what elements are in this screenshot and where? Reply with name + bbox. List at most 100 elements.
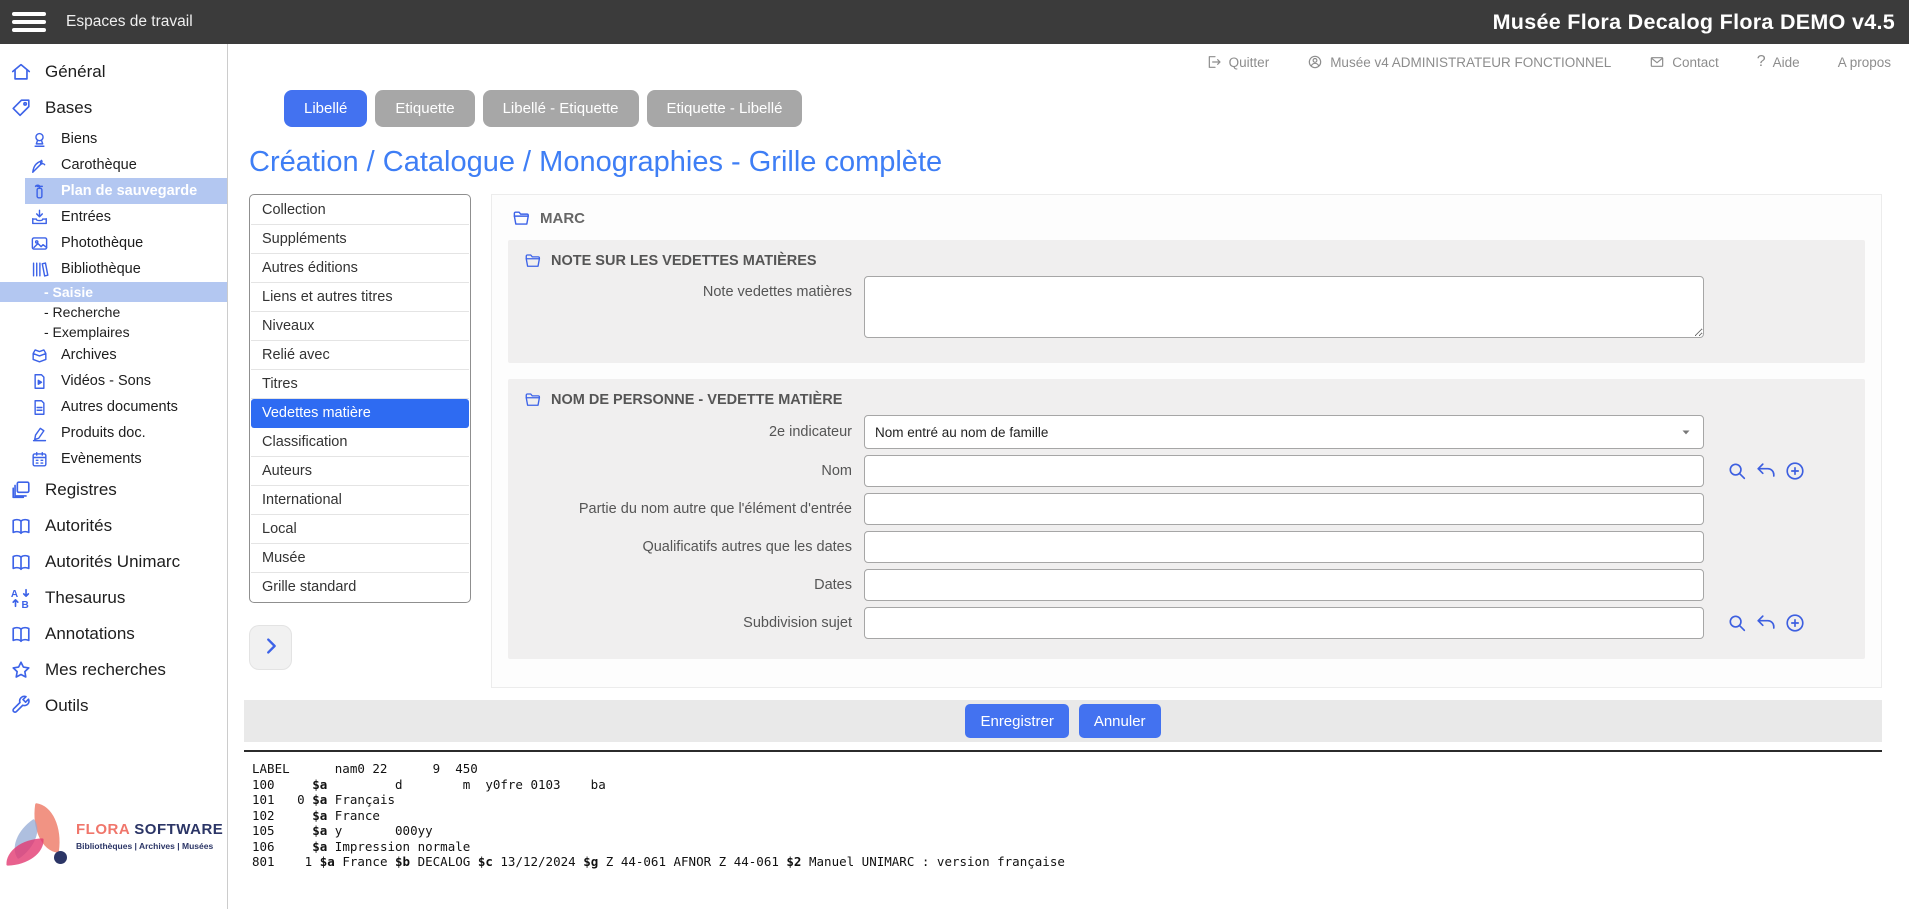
sidebar-item-g-n-ral[interactable]: Général (0, 54, 227, 90)
sidebar-item-ev-nements[interactable]: Evènements (0, 446, 227, 472)
sidebar-item-caroth-que[interactable]: Carothèque (0, 152, 227, 178)
list-item-classification[interactable]: Classification (251, 428, 469, 457)
section-title: NOM DE PERSONNE - VEDETTE MATIÈRE (551, 392, 842, 408)
sidebar-item-autres-documents[interactable]: Autres documents (0, 394, 227, 420)
list-item-mus-e[interactable]: Musée (251, 544, 469, 573)
userbar-contact[interactable]: Contact (1649, 54, 1719, 70)
sidebar-item-exemplaires[interactable]: - Exemplaires (0, 322, 227, 342)
sidebar-item-phototh-que[interactable]: Photothèque (0, 230, 227, 256)
field-cell (864, 569, 1704, 601)
qualificatifs-autres-que-les-dates-input[interactable] (864, 531, 1704, 563)
list-item-grille-standard[interactable]: Grille standard (251, 573, 469, 601)
sidebar-item-bases[interactable]: Bases (0, 90, 227, 126)
sidebar-item-thesaurus[interactable]: ABThesaurus (0, 580, 227, 616)
carrot-icon (30, 156, 49, 175)
sidebar-nav: Général Bases Biens Carothèque Plan de sauve… (0, 54, 227, 724)
userbar-label: Contact (1672, 55, 1719, 70)
expand-panel-button[interactable] (249, 625, 292, 670)
field-label: Qualificatifs autres que les dates (524, 539, 864, 555)
sidebar-item-annotations[interactable]: Annotations (0, 616, 227, 652)
marc-record-block: LABEL nam0 22 9 450 100 $a d m y0fre 010… (244, 750, 1882, 870)
tab-libell-etiquette[interactable]: Libellé - Etiquette (483, 90, 639, 127)
open-book-icon (10, 623, 32, 645)
sidebar-item-label: Bases (45, 98, 92, 118)
list-item-auteurs[interactable]: Auteurs (251, 457, 469, 486)
folder-icon (512, 209, 531, 228)
list-item-reli-avec[interactable]: Relié avec (251, 341, 469, 370)
logo-brand-flora: FLORA (76, 821, 130, 838)
sidebar-item-mes-recherches[interactable]: Mes recherches (0, 652, 227, 688)
sort-alpha-icon: AB (10, 587, 32, 609)
field-cell (864, 276, 1704, 343)
sidebar-item-autorit-s[interactable]: Autorités (0, 508, 227, 544)
marc-header: MARC (508, 203, 1865, 240)
form-row-dates: Dates (524, 569, 1849, 601)
form-row-nom: Nom (524, 455, 1849, 487)
list-item-autres-ditions[interactable]: Autres éditions (251, 254, 469, 283)
nom-input[interactable] (864, 455, 1704, 487)
svg-text:B: B (21, 600, 28, 609)
dates-input[interactable] (864, 569, 1704, 601)
sidebar-item-biblioth-que[interactable]: Bibliothèque (0, 256, 227, 282)
signature-icon (30, 424, 49, 443)
marc-record-text: LABEL nam0 22 9 450 100 $a d m y0fre 010… (252, 761, 1882, 870)
user-bar: Quitter Musée v4 ADMINISTRATEUR FONCTIONN… (228, 44, 1909, 80)
partie-du-nom-autre-que-l-l-ment-d-entr-e-input[interactable] (864, 493, 1704, 525)
section-header: NOM DE PERSONNE - VEDETTE MATIÈRE (524, 391, 1849, 409)
subdivision-sujet-input[interactable] (864, 607, 1704, 639)
sidebar-item-produits-doc[interactable]: Produits doc. (0, 420, 227, 446)
sidebar-item-autorit-s-unimarc[interactable]: Autorités Unimarc (0, 544, 227, 580)
sidebar-item-label: Plan de sauvegarde (61, 183, 197, 199)
sidebar-item-registres[interactable]: Registres (0, 472, 227, 508)
search-icon[interactable] (1726, 460, 1748, 482)
tab-libell[interactable]: Libellé (284, 90, 367, 127)
menu-burger-icon[interactable] (12, 8, 46, 36)
field-cell (864, 455, 1704, 487)
tab-etiquette-libell[interactable]: Etiquette - Libellé (647, 90, 803, 127)
tag-icon (10, 97, 32, 119)
sidebar-item-archives[interactable]: Archives (0, 342, 227, 368)
sidebar-item-outils[interactable]: Outils (0, 688, 227, 724)
userbar-quit[interactable]: Quitter (1206, 54, 1270, 70)
userbar-help[interactable]: ?Aide (1757, 54, 1800, 70)
userbar-user[interactable]: Musée v4 ADMINISTRATEUR FONCTIONNEL (1307, 54, 1611, 70)
list-item-vedettes-mati-re[interactable]: Vedettes matière (251, 399, 469, 428)
sidebar-item-entr-es[interactable]: Entrées (0, 204, 227, 230)
list-item-international[interactable]: International (251, 486, 469, 515)
list-item-titres[interactable]: Titres (251, 370, 469, 399)
sidebar-item-vid-os-sons[interactable]: Vidéos - Sons (0, 368, 227, 394)
add-circle-icon[interactable] (1784, 460, 1806, 482)
sidebar-item-label: Annotations (45, 624, 135, 644)
workspace: CollectionSupplémentsAutres éditionsLien… (249, 194, 1909, 688)
undo-icon[interactable] (1755, 460, 1777, 482)
sidebar-item-label: Biens (61, 131, 97, 147)
cancel-button[interactable]: Annuler (1079, 704, 1161, 738)
tab-etiquette[interactable]: Etiquette (375, 90, 474, 127)
userbar-about[interactable]: A propos (1838, 55, 1891, 70)
sidebar-item-recherche[interactable]: - Recherche (0, 302, 227, 322)
video-doc-icon (30, 372, 49, 391)
books-icon (30, 260, 49, 279)
sidebar-item-label: Entrées (61, 209, 111, 225)
form-section-note-sur-les-vedettes-mati-res: NOTE SUR LES VEDETTES MATIÈRESNote vedet… (508, 240, 1865, 363)
sidebar-item-plan-de-sauvegarde[interactable]: Plan de sauvegarde (25, 178, 227, 204)
undo-icon[interactable] (1755, 612, 1777, 634)
2e-indicateur-select[interactable]: Nom entré au nom de famille (864, 415, 1704, 449)
workspace-label: Espaces de travail (66, 13, 193, 31)
marc-header-label: MARC (540, 210, 585, 227)
registers-icon (10, 479, 32, 501)
list-item-liens-et-autres-titres[interactable]: Liens et autres titres (251, 283, 469, 312)
main-content: Quitter Musée v4 ADMINISTRATEUR FONCTIONN… (228, 44, 1909, 909)
app-title: Musée Flora Decalog Flora DEMO v4.5 (1493, 10, 1895, 35)
sidebar-item-saisie[interactable]: - Saisie (0, 282, 227, 302)
note-vedettes-mati-res-textarea[interactable] (864, 276, 1704, 338)
list-item-niveaux[interactable]: Niveaux (251, 312, 469, 341)
list-item-local[interactable]: Local (251, 515, 469, 544)
list-item-collection[interactable]: Collection (251, 196, 469, 225)
save-button[interactable]: Enregistrer (965, 704, 1068, 738)
add-circle-icon[interactable] (1784, 612, 1806, 634)
sidebar-item-biens[interactable]: Biens (0, 126, 227, 152)
sidebar-item-label: - Recherche (44, 304, 120, 320)
search-icon[interactable] (1726, 612, 1748, 634)
list-item-suppl-ments[interactable]: Suppléments (251, 225, 469, 254)
